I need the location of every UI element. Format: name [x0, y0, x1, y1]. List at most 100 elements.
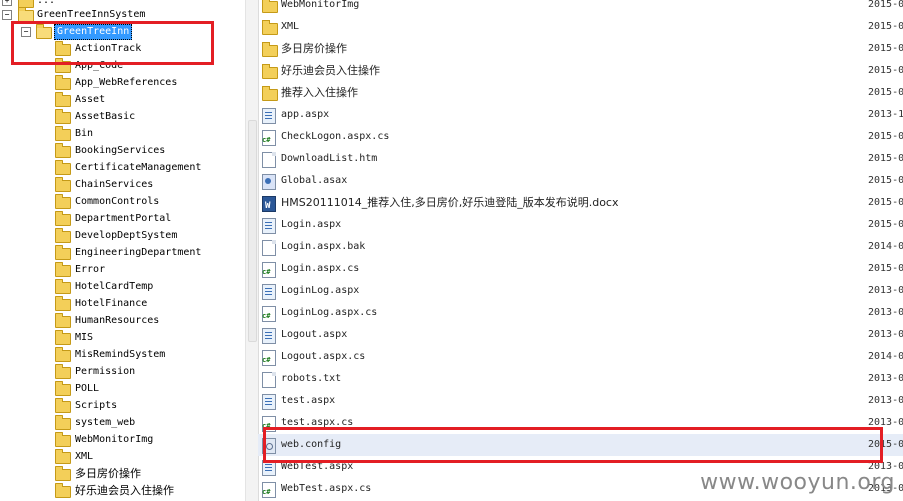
- collapse-toggle-icon[interactable]: −: [21, 27, 31, 37]
- tree-item[interactable]: CertificateManagement: [0, 159, 245, 176]
- tree-item[interactable]: MIS: [0, 329, 245, 346]
- file-name: Login.aspx.cs: [281, 263, 360, 274]
- aspx-file-icon: [262, 328, 276, 344]
- folder-icon: [55, 211, 71, 226]
- file-name: LoginLog.aspx.cs: [281, 307, 378, 318]
- config-file-icon: [262, 438, 276, 454]
- file-row[interactable]: HMS20111014_推荐入住,多日房价,好乐迪登陆_版本发布说明.docx 2…: [258, 192, 903, 217]
- cs-file-icon: [262, 261, 276, 283]
- tree-item[interactable]: POLL: [0, 380, 245, 397]
- file-name: WebTest.aspx.cs: [281, 483, 372, 494]
- tree-item[interactable]: HotelFinance: [0, 295, 245, 312]
- folder-icon: [55, 364, 71, 379]
- tree-item[interactable]: ChainServices: [0, 176, 245, 193]
- file-row[interactable]: test.aspx 2013-0: [258, 390, 903, 412]
- tree-item-selected[interactable]: − GreenTreeInn: [0, 23, 245, 40]
- tree-item-label: Asset: [75, 94, 106, 105]
- file-row[interactable]: Login.aspx.bak 2014-0: [258, 236, 903, 258]
- tree-item[interactable]: Permission: [0, 363, 245, 380]
- file-row[interactable]: Login.aspx.cs 2015-0: [258, 258, 903, 283]
- file-date: 2015-0: [868, 87, 903, 98]
- file-row[interactable]: WebMonitorImg 2015-0: [258, 0, 903, 16]
- file-row[interactable]: Global.asax 2015-0: [258, 170, 903, 192]
- file-name: app.aspx: [281, 109, 330, 120]
- file-row[interactable]: LoginLog.aspx 2013-0: [258, 280, 903, 302]
- aspx-file-icon: [262, 108, 276, 124]
- tree-item-label: Permission: [75, 366, 136, 377]
- tree-item-root[interactable]: − GreenTreeInnSystem: [0, 6, 245, 23]
- tree-item[interactable]: DepartmentPortal: [0, 210, 245, 227]
- tree-item[interactable]: ActionTrack: [0, 40, 245, 57]
- tree-item[interactable]: Scripts: [0, 397, 245, 414]
- tree-item[interactable]: 好乐迪会员入住操作: [0, 482, 245, 499]
- file-row[interactable]: DownloadList.htm 2015-0: [258, 148, 903, 170]
- file-row[interactable]: Logout.aspx 2013-0: [258, 324, 903, 346]
- file-row[interactable]: app.aspx 2013-1: [258, 104, 903, 126]
- file-row[interactable]: test.aspx.cs 2013-0: [258, 412, 903, 437]
- aspx-file-icon: [262, 460, 276, 476]
- tree-item[interactable]: DevelopDeptSystem: [0, 227, 245, 244]
- file-name: Login.aspx.bak: [281, 241, 366, 252]
- file-date: 2013-0: [868, 285, 903, 296]
- file-date: 2015-0: [868, 0, 903, 10]
- file-row[interactable]: 好乐迪会员入住操作 2015-0: [258, 60, 903, 82]
- tree-item-label: MisRemindSystem: [75, 349, 166, 360]
- file-row[interactable]: Logout.aspx.cs 2014-0: [258, 346, 903, 371]
- tree-scrollbar-thumb[interactable]: [248, 120, 257, 342]
- tree-item-label: App_Code: [75, 60, 124, 71]
- tree-item-label: App_WebReferences: [75, 77, 178, 88]
- folder-icon: [262, 86, 278, 101]
- collapse-toggle-icon[interactable]: −: [2, 10, 12, 20]
- file-name: web.config: [281, 439, 342, 450]
- tree-item[interactable]: Error: [0, 261, 245, 278]
- tree-item[interactable]: App_WebReferences: [0, 74, 245, 91]
- tree-item[interactable]: HumanResources: [0, 312, 245, 329]
- tree-item-label: XML: [75, 451, 94, 462]
- tree-item[interactable]: XML: [0, 448, 245, 465]
- file-date: 2013-0: [868, 373, 903, 384]
- file-date: 2013-1: [868, 109, 903, 120]
- file-date: 2015-0: [868, 197, 903, 208]
- file-date: 2015-0: [868, 175, 903, 186]
- file-row[interactable]: CheckLogon.aspx.cs 2015-0: [258, 126, 903, 151]
- folder-icon: [55, 228, 71, 243]
- tree-item[interactable]: BookingServices: [0, 142, 245, 159]
- file-row[interactable]: 推荐入入住操作 2015-0: [258, 82, 903, 104]
- pane-splitter[interactable]: [245, 0, 259, 501]
- file-name: LoginLog.aspx: [281, 285, 360, 296]
- cs-file-icon: [262, 305, 276, 327]
- tree-item-label: CommonControls: [75, 196, 160, 207]
- plain-file-icon: [262, 372, 276, 388]
- tree-item[interactable]: MisRemindSystem: [0, 346, 245, 363]
- file-date: 2015-0: [868, 153, 903, 164]
- tree-item-label: ActionTrack: [75, 43, 142, 54]
- tree-item[interactable]: HotelCardTemp: [0, 278, 245, 295]
- folder-icon: [262, 20, 278, 35]
- tree-item[interactable]: CommonControls: [0, 193, 245, 210]
- folder-open-icon: [36, 24, 52, 39]
- file-row[interactable]: XML 2015-0: [258, 16, 903, 38]
- tree-item[interactable]: Bin: [0, 125, 245, 142]
- tree-item[interactable]: AssetBasic: [0, 108, 245, 125]
- docx-file-icon: [262, 195, 276, 217]
- tree-item[interactable]: WebMonitorImg: [0, 431, 245, 448]
- file-date: 2013-0: [868, 307, 903, 318]
- tree-item[interactable]: Asset: [0, 91, 245, 108]
- tree-item-label: system_web: [75, 417, 136, 428]
- file-row[interactable]: LoginLog.aspx.cs 2013-0: [258, 302, 903, 327]
- tree-item-label: CertificateManagement: [75, 162, 202, 173]
- folder-icon: [55, 449, 71, 464]
- file-row[interactable]: web.config 2015-0: [258, 434, 903, 456]
- tree-item[interactable]: 多日房价操作: [0, 465, 245, 482]
- file-name: CheckLogon.aspx.cs: [281, 131, 390, 142]
- tree-item[interactable]: system_web: [0, 414, 245, 431]
- tree-item[interactable]: EngineeringDepartment: [0, 244, 245, 261]
- tree-item[interactable]: App_Code: [0, 57, 245, 74]
- folder-icon: [55, 92, 71, 107]
- file-row[interactable]: robots.txt 2013-0: [258, 368, 903, 390]
- folder-icon: [262, 0, 278, 13]
- file-name: XML: [281, 21, 300, 32]
- file-row[interactable]: Login.aspx 2015-0: [258, 214, 903, 236]
- tree-item-label: BookingServices: [75, 145, 166, 156]
- file-row[interactable]: 多日房价操作 2015-0: [258, 38, 903, 60]
